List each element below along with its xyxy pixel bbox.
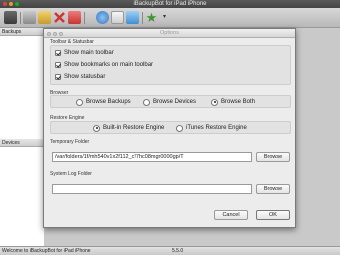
builtin-restore-label: Built-in Restore Engine xyxy=(103,125,165,131)
browse-devices-label: Browse Devices xyxy=(153,99,197,105)
status-bar: Welcome to iBackupBot for iPad iPhone 5.… xyxy=(0,246,340,255)
backups-header[interactable]: Backups xyxy=(0,28,45,36)
toolbar-separator xyxy=(84,12,85,24)
toolbar-separator xyxy=(20,12,21,24)
log-folder-browse-button[interactable]: Browse xyxy=(256,184,290,194)
show-statusbar-checkbox[interactable] xyxy=(55,74,61,80)
browse-both-radio[interactable] xyxy=(211,98,218,106)
itunes-restore-label: iTunes Restore Engine xyxy=(186,125,247,131)
dialog-title: Options xyxy=(160,30,179,36)
options-dialog: Options Toolbar & Statusbar Show main to… xyxy=(43,28,296,228)
browse-both-label: Browse Both xyxy=(221,99,256,105)
backup-icon[interactable] xyxy=(4,11,17,24)
status-version: 5.5.0 xyxy=(172,248,184,254)
log-folder-label: System Log Folder xyxy=(50,171,92,177)
log-folder-field[interactable] xyxy=(52,184,252,194)
info-icon[interactable] xyxy=(126,11,139,24)
temp-folder-browse-button[interactable]: Browse xyxy=(256,152,290,162)
itunes-restore-option[interactable]: iTunes Restore Engine xyxy=(176,123,247,133)
left-pane: Backups Devices xyxy=(0,28,45,246)
close-icon[interactable] xyxy=(3,2,7,6)
dropdown-icon[interactable]: ▾ xyxy=(158,11,171,24)
dialog-close-icon[interactable] xyxy=(47,31,51,36)
show-statusbar-label: Show statusbar xyxy=(64,74,106,80)
temp-folder-label: Temporary Folder xyxy=(50,139,90,145)
devices-header[interactable]: Devices xyxy=(0,139,45,147)
temp-folder-field[interactable]: /var/folders/1f/mh540v1x2f112_c!7hc08mgr… xyxy=(52,152,252,162)
toolbar-group: Show main toolbar Show bookmarks on main… xyxy=(50,45,291,85)
window-titlebar: iBackupBot for iPad iPhone xyxy=(0,0,340,8)
dialog-zoom-icon[interactable] xyxy=(59,31,63,36)
browse-backups-option[interactable]: Browse Backups xyxy=(76,97,131,107)
status-message: Welcome to iBackupBot for iPad iPhone xyxy=(2,248,91,254)
show-main-toolbar-option[interactable]: Show main toolbar xyxy=(55,49,114,57)
itunes-restore-radio[interactable] xyxy=(176,124,183,132)
restore-icon[interactable] xyxy=(68,11,81,24)
show-bookmarks-option[interactable]: Show bookmarks on main toolbar xyxy=(55,61,153,69)
home-icon[interactable] xyxy=(96,11,109,24)
dialog-minimize-icon[interactable] xyxy=(53,31,57,36)
cancel-button[interactable]: Cancel xyxy=(214,210,248,220)
window-title: iBackupBot for iPad iPhone xyxy=(133,1,207,7)
show-main-toolbar-checkbox[interactable] xyxy=(55,50,61,56)
refresh-icon[interactable] xyxy=(111,11,124,24)
restore-group: Built-in Restore Engine iTunes Restore E… xyxy=(50,121,291,134)
edit-icon[interactable] xyxy=(38,11,51,24)
bookmark-star-icon[interactable]: ★ xyxy=(145,11,158,24)
show-bookmarks-label: Show bookmarks on main toolbar xyxy=(64,62,154,68)
ok-button[interactable]: OK xyxy=(256,210,290,220)
delete-icon[interactable] xyxy=(53,11,66,24)
show-bookmarks-checkbox[interactable] xyxy=(55,62,61,68)
device-icon[interactable] xyxy=(23,11,36,24)
zoom-icon[interactable] xyxy=(15,2,19,6)
browser-group: Browse Backups Browse Devices Browse Bot… xyxy=(50,95,291,108)
show-main-toolbar-label: Show main toolbar xyxy=(64,50,114,56)
builtin-restore-radio[interactable] xyxy=(93,124,100,132)
builtin-restore-option[interactable]: Built-in Restore Engine xyxy=(93,123,164,133)
browse-devices-radio[interactable] xyxy=(143,98,150,106)
browse-backups-radio[interactable] xyxy=(76,98,83,106)
toolbar-separator xyxy=(142,12,143,24)
main-toolbar: ★ ▾ xyxy=(0,8,340,28)
browse-devices-option[interactable]: Browse Devices xyxy=(143,97,196,107)
browse-backups-label: Browse Backups xyxy=(86,99,131,105)
dialog-titlebar: Options xyxy=(44,29,295,38)
show-statusbar-option[interactable]: Show statusbar xyxy=(55,73,105,81)
browse-both-option[interactable]: Browse Both xyxy=(211,97,255,107)
minimize-icon[interactable] xyxy=(9,2,13,6)
